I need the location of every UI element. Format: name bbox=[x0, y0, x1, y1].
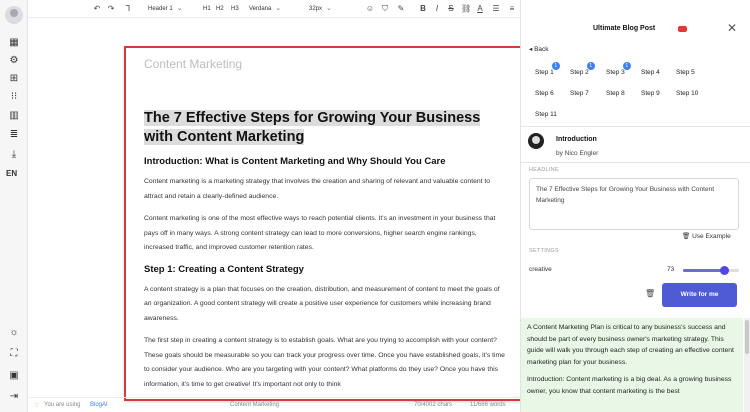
author-avatar bbox=[528, 133, 544, 149]
tab-step-8[interactable]: Step 8 bbox=[606, 90, 625, 97]
divider bbox=[521, 126, 750, 127]
headline-label: HEADLINE bbox=[529, 167, 559, 173]
logout-icon[interactable]: ⇥ bbox=[7, 390, 21, 404]
creative-value: 73 bbox=[667, 266, 675, 273]
tab-step-5[interactable]: Step 5 bbox=[676, 69, 695, 76]
heading-text: The 7 Effective Steps for Growing Your B… bbox=[144, 110, 481, 145]
document-heading[interactable]: The 7 Effective Steps for Growing Your B… bbox=[144, 109, 506, 147]
creative-label: creative bbox=[529, 266, 552, 273]
emoji-icon[interactable]: ☺ bbox=[365, 4, 375, 14]
status-bar: ♡ You are using BlogAI Content Marketing… bbox=[28, 397, 520, 412]
back-label: Back bbox=[534, 46, 549, 53]
italic-icon[interactable]: I bbox=[432, 4, 442, 14]
h1-button[interactable]: H1 bbox=[203, 4, 211, 14]
settings-label: SETTINGS bbox=[529, 248, 559, 254]
document-page[interactable]: Content Marketing The 7 Effective Steps … bbox=[124, 46, 522, 401]
trash-icon: 🗑 bbox=[682, 233, 691, 240]
strikethrough-icon[interactable]: S bbox=[446, 4, 456, 14]
headline-input[interactable]: The 7 Effective Steps for Growing Your B… bbox=[529, 178, 739, 230]
author-byline: by Nico Engler bbox=[556, 150, 599, 157]
assistant-panel: Ultimate Blog Post ✕ ◂ Back Step 11 Step… bbox=[520, 0, 750, 412]
char-count: 70/4002 chars bbox=[414, 402, 453, 408]
panel-title: Ultimate Blog Post bbox=[593, 25, 656, 32]
title-input[interactable]: Content Marketing bbox=[144, 57, 506, 73]
editor-toolbar: ↶ ↷ Ꞁ Header 1 H1 H2 H3 Verdana 32px ☺ ⛉… bbox=[28, 0, 659, 18]
gear-icon[interactable]: ⚙ bbox=[7, 54, 21, 68]
h2-button[interactable]: H2 bbox=[216, 4, 224, 14]
tab-step-3[interactable]: Step 31 bbox=[606, 62, 631, 76]
info-icon: ♡ bbox=[34, 403, 40, 409]
output-scrollbar[interactable] bbox=[744, 318, 750, 412]
document-name: Content Marketing bbox=[230, 402, 280, 408]
slider-fill bbox=[683, 269, 724, 272]
save-icon[interactable]: ▣ bbox=[7, 369, 21, 383]
divider bbox=[521, 162, 750, 163]
tab-step-4[interactable]: Step 4 bbox=[641, 69, 660, 76]
use-example-button[interactable]: 🗑 Use Example bbox=[682, 232, 731, 240]
link-icon[interactable]: ⛓ bbox=[461, 4, 471, 14]
bold-icon[interactable]: B bbox=[418, 4, 428, 14]
text-color-icon[interactable]: A bbox=[475, 4, 485, 14]
youtube-icon[interactable] bbox=[678, 26, 687, 32]
fullscreen-icon[interactable]: ⛶ bbox=[7, 347, 21, 361]
editor-area: Content Marketing The 7 Effective Steps … bbox=[28, 18, 522, 401]
tab-step-6[interactable]: Step 6 bbox=[535, 90, 554, 97]
download-icon[interactable]: ⤓ bbox=[7, 148, 21, 162]
font-size-select[interactable]: 32px bbox=[309, 4, 332, 14]
highlighter-icon[interactable]: ✎ bbox=[396, 4, 406, 14]
tab-step-7[interactable]: Step 7 bbox=[570, 90, 589, 97]
creativity-slider[interactable] bbox=[683, 266, 739, 275]
undo-icon[interactable]: ↶ bbox=[92, 4, 102, 14]
using-label: You are using bbox=[44, 402, 81, 408]
redo-icon[interactable]: ↷ bbox=[106, 4, 116, 14]
paragraph[interactable]: A content strategy is a plan that focuse… bbox=[144, 283, 506, 327]
back-button[interactable]: ◂ Back bbox=[529, 45, 549, 53]
brand-link[interactable]: BlogAI bbox=[90, 402, 108, 408]
step-label: Step 3 bbox=[606, 69, 625, 76]
word-count: 11/686 words bbox=[470, 402, 506, 408]
tab-step-10[interactable]: Step 10 bbox=[676, 90, 698, 97]
write-for-me-button[interactable]: Write for me bbox=[662, 283, 737, 307]
format-painter-icon[interactable]: ⛉ bbox=[380, 4, 390, 14]
chart-icon[interactable]: ▥ bbox=[7, 109, 21, 123]
step-badge: 1 bbox=[551, 62, 560, 70]
step-label: Step 1 bbox=[535, 69, 554, 76]
dots-grid-icon[interactable]: ⁝⁝ bbox=[7, 90, 21, 104]
step-badge: 1 bbox=[622, 62, 631, 70]
intro-heading[interactable]: Introduction: What is Content Marketing … bbox=[144, 156, 506, 167]
language-switch[interactable]: EN bbox=[6, 169, 17, 178]
sun-icon[interactable]: ☼ bbox=[7, 326, 21, 340]
slider-thumb[interactable] bbox=[719, 266, 729, 275]
step-badge: 1 bbox=[586, 62, 595, 70]
user-avatar[interactable] bbox=[5, 6, 23, 24]
tab-step-9[interactable]: Step 9 bbox=[641, 90, 660, 97]
tab-step-1[interactable]: Step 11 bbox=[535, 62, 560, 76]
paragraph[interactable]: The first step in creating a content str… bbox=[144, 334, 506, 392]
paragraph[interactable]: Content marketing is one of the most eff… bbox=[144, 212, 506, 256]
left-rail: ▦ ⚙ ⊞ ⁝⁝ ▥ ≣ ⤓ EN ☼ ⛶ ▣ ⇥ bbox=[0, 0, 28, 412]
bullet-list-icon[interactable]: ☰ bbox=[491, 4, 501, 14]
output-paragraph: Introduction: Content marketing is a big… bbox=[527, 376, 732, 395]
template-name: Introduction bbox=[556, 136, 597, 143]
h3-button[interactable]: H3 bbox=[231, 4, 239, 14]
database-icon[interactable]: ≣ bbox=[7, 128, 21, 142]
block-style-select[interactable]: Header 1 bbox=[148, 4, 183, 14]
step1-heading[interactable]: Step 1: Creating a Content Strategy bbox=[144, 264, 506, 275]
output-paragraph: A Content Marketing Plan is critical to … bbox=[527, 324, 734, 366]
tab-step-11[interactable]: Step 11 bbox=[535, 111, 557, 118]
close-icon[interactable]: ✕ bbox=[727, 21, 737, 35]
paragraph[interactable]: Content marketing is a marketing strateg… bbox=[144, 175, 506, 204]
step-label: Step 2 bbox=[570, 69, 589, 76]
tab-step-2[interactable]: Step 21 bbox=[570, 62, 595, 76]
use-example-label: Use Example bbox=[692, 233, 731, 240]
font-family-select[interactable]: Verdana bbox=[249, 4, 281, 14]
clear-format-icon[interactable]: Ꞁ bbox=[123, 4, 133, 14]
apps-icon[interactable]: ⊞ bbox=[7, 72, 21, 86]
numbered-list-icon[interactable]: ≡ bbox=[507, 4, 517, 14]
grid-icon[interactable]: ▦ bbox=[7, 36, 21, 50]
generated-output[interactable]: A Content Marketing Plan is critical to … bbox=[521, 318, 743, 412]
delete-icon[interactable]: 🗑 bbox=[645, 289, 655, 298]
